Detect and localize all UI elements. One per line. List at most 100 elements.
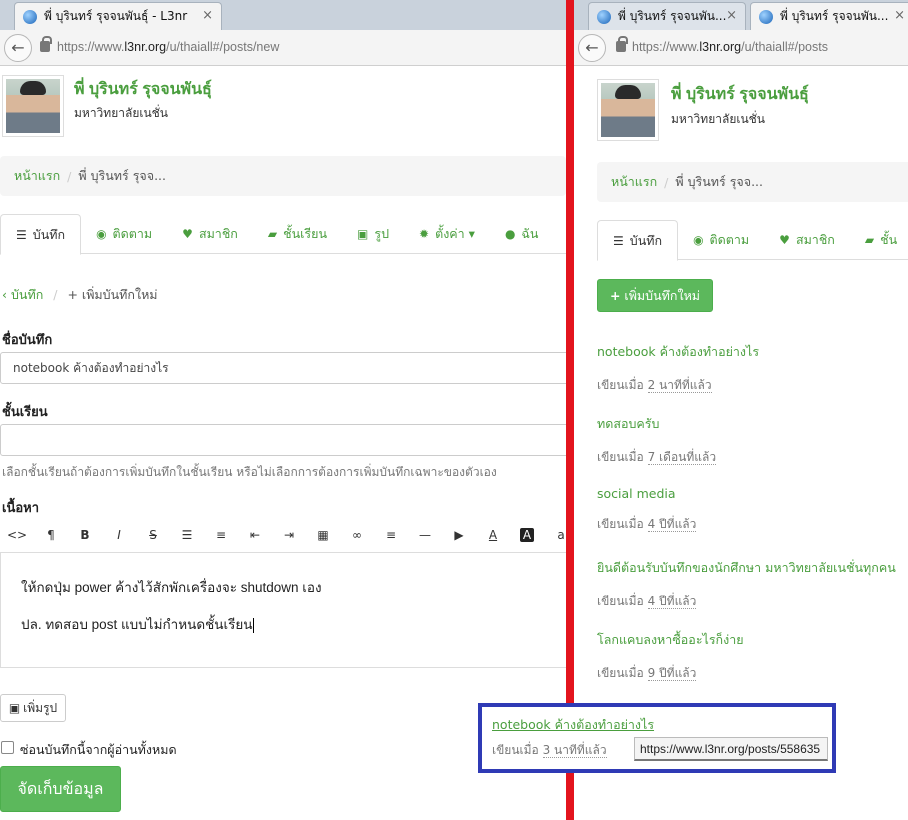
left-browser-window: พี่ บุรินทร์ รุจจนพันธุ์ - L3nr × ← http… xyxy=(0,0,566,820)
save-button[interactable]: จัดเก็บข้อมูล xyxy=(0,766,121,812)
bold-icon[interactable]: B xyxy=(68,528,102,542)
back-button[interactable]: ← xyxy=(578,34,606,62)
strikethrough-icon[interactable]: S xyxy=(136,528,170,542)
tab-image[interactable]: ▣ รูป xyxy=(342,214,404,254)
tab-user[interactable]: ● ฉัน xyxy=(490,214,554,254)
close-tab-icon[interactable]: × xyxy=(726,8,737,23)
address-bar: ← https://www.l3nr.org/u/thaiall#/posts/… xyxy=(0,30,566,66)
post-list-item: โลกแคบลงหาซื้ออะไรก็ง่ายเขียนเมื่อ 9 ปีท… xyxy=(597,630,744,683)
class-select[interactable] xyxy=(0,424,566,456)
url-field[interactable]: https://www.l3nr.org/u/thaiall#/posts/ne… xyxy=(57,40,279,54)
content-line-2-text: ปล. ทดสอบ post แบบไม่กำหนดชั้นเรียน xyxy=(21,617,253,632)
content-editor[interactable]: ให้กดปุ่ม power ค้างไว้สักพักเครื่องจะ s… xyxy=(0,552,566,668)
outdent-icon[interactable]: ⇤ xyxy=(238,528,272,542)
written-prefix: เขียนเมื่อ xyxy=(597,378,644,392)
breadcrumb-home[interactable]: หน้าแรก xyxy=(14,166,60,186)
post-list-item: ยินดีต้อนรับบันทึกของนักศึกษา มหาวิทยาลั… xyxy=(597,558,896,611)
link-icon[interactable]: ∞ xyxy=(340,528,374,542)
add-image-button[interactable]: ▣ เพิ่มรูป xyxy=(0,694,66,722)
browser-tab-active[interactable]: พี่ บุรินทร์ รุจจนพันธุ์ - L3nr × xyxy=(14,2,222,30)
right-browser-window: พี่ บุรินทร์ รุจจนพัน... × พี่ บุรินทร์ … xyxy=(574,0,908,820)
indent-icon[interactable]: ⇥ xyxy=(272,528,306,542)
new-post-label: เพิ่มบันทึกใหม่ xyxy=(624,287,701,303)
profile-name[interactable]: พี่ บุรินทร์ รุจจนพันธุ์ xyxy=(671,82,809,107)
browser-tab-1[interactable]: พี่ บุรินทร์ รุจจนพัน... × xyxy=(588,2,746,30)
tab-strip: พี่ บุรินทร์ รุจจนพัน... × พี่ บุรินทร์ … xyxy=(574,0,908,30)
hide-post-label: ซ่อนบันทึกนี้จากผู้อ่านทั้งหมด xyxy=(20,742,177,757)
tab-heart[interactable]: ♥ สมาชิก xyxy=(764,220,850,260)
profile-name[interactable]: พี่ บุรินทร์ รุจจนพันธุ์ xyxy=(74,77,212,102)
lock-icon xyxy=(40,36,52,52)
heart-icon: ♥ xyxy=(182,227,193,241)
highlight-post-meta: เขียนเมื่อ 3 นาทีที่แล้ว xyxy=(492,741,607,760)
hide-post-checkbox[interactable] xyxy=(1,741,14,754)
tab-label: บันทึก xyxy=(629,232,663,248)
image-icon: ▣ xyxy=(357,227,369,241)
bullet-list-icon[interactable]: ☰ xyxy=(170,528,204,542)
horizontal-rule-icon[interactable]: — xyxy=(408,528,442,542)
highlight-box: notebook ค้างต้องทำอย่างไร เขียนเมื่อ 3 … xyxy=(478,703,836,773)
post-title-link[interactable]: ยินดีต้อนรับบันทึกของนักศึกษา มหาวิทยาลั… xyxy=(597,558,896,578)
url-field[interactable]: https://www.l3nr.org/u/thaiall#/posts xyxy=(632,40,828,54)
post-time: 9 ปีที่แล้ว xyxy=(647,666,697,681)
tab-heart[interactable]: ♥ สมาชิก xyxy=(167,214,253,254)
tab-list[interactable]: ☰ บันทึก xyxy=(597,220,679,261)
highlight-post-title[interactable]: notebook ค้างต้องทำอย่างไร xyxy=(492,715,654,735)
post-title-link[interactable]: โลกแคบลงหาซื้ออะไรก็ง่าย xyxy=(597,630,744,650)
breadcrumb-separator: / xyxy=(67,168,72,184)
back-to-posts-link[interactable]: ‹ บันทึก xyxy=(2,287,43,302)
tab-eye[interactable]: ◉ ติดตาม xyxy=(678,220,764,260)
sub-breadcrumb-current: + เพิ่มบันทึกใหม่ xyxy=(67,287,157,302)
video-icon[interactable]: ▶ xyxy=(442,528,476,542)
tab-label: ตั้งค่า ▾ xyxy=(435,226,475,241)
breadcrumb-home[interactable]: หน้าแรก xyxy=(611,172,657,192)
close-tab-icon[interactable]: × xyxy=(894,8,905,23)
breadcrumb: หน้าแรก / พี่ บุรินทร์ รุจจ... xyxy=(597,162,908,202)
address-bar: ← https://www.l3nr.org/u/thaiall#/posts xyxy=(574,30,908,66)
close-tab-icon[interactable]: × xyxy=(202,8,213,23)
breadcrumb-current: พี่ บุรินทร์ รุจจ... xyxy=(78,168,166,183)
post-title-input[interactable]: notebook ค้างต้องทำอย่างไร xyxy=(0,352,566,384)
post-title-link[interactable]: notebook ค้างต้องทำอย่างไร xyxy=(597,342,759,362)
post-title-link[interactable]: social media xyxy=(597,486,696,501)
avatar[interactable] xyxy=(2,75,64,137)
gear-icon: ✹ xyxy=(419,227,430,241)
tab-list[interactable]: ☰ บันทึก xyxy=(0,214,82,255)
post-time: 4 ปีที่แล้ว xyxy=(647,517,697,532)
font-size-icon[interactable]: a xyxy=(544,528,566,542)
text-caret xyxy=(252,617,254,633)
tab-eye[interactable]: ◉ ติดตาม xyxy=(81,214,167,254)
url-domain: l3nr.org xyxy=(124,40,167,54)
post-title-link[interactable]: ทดสอบครับ xyxy=(597,414,716,434)
list-icon: ☰ xyxy=(613,233,624,248)
code-icon[interactable]: <> xyxy=(0,528,34,542)
plus-icon: + xyxy=(67,287,82,302)
numbered-list-icon[interactable]: ≡ xyxy=(204,528,238,542)
profile-school: มหาวิทยาลัยเนชั่น xyxy=(671,112,766,126)
align-icon[interactable]: ≡ xyxy=(374,528,408,542)
heart-icon: ♥ xyxy=(779,233,790,247)
post-title-label: ชื่อบันทึก xyxy=(2,333,53,348)
post-meta: เขียนเมื่อ 2 นาทีที่แล้ว xyxy=(597,376,759,395)
italic-icon[interactable]: I xyxy=(102,528,136,542)
written-prefix: เขียนเมื่อ xyxy=(597,666,644,680)
post-meta: เขียนเมื่อ 7 เดือนที่แล้ว xyxy=(597,448,717,467)
tab-gear[interactable]: ✹ ตั้งค่า ▾ xyxy=(404,214,490,254)
tab-book[interactable]: ▰ ชั้น xyxy=(850,220,908,260)
eye-icon: ◉ xyxy=(693,233,704,247)
post-meta: เขียนเมื่อ 9 ปีที่แล้ว xyxy=(597,664,744,683)
background-color-icon[interactable]: A xyxy=(520,528,534,542)
back-arrow-icon: ← xyxy=(585,38,599,57)
browser-tab-2-active[interactable]: พี่ บุรินทร์ รุจจนพัน... × xyxy=(750,2,908,30)
paragraph-icon[interactable]: ¶ xyxy=(34,528,68,542)
written-prefix: เขียนเมื่อ xyxy=(597,594,644,608)
new-post-button[interactable]: + เพิ่มบันทึกใหม่ xyxy=(597,279,713,312)
table-icon[interactable]: ▦ xyxy=(306,528,340,542)
font-color-icon[interactable]: A xyxy=(476,528,510,542)
globe-icon xyxy=(597,9,611,24)
back-button[interactable]: ← xyxy=(4,34,32,62)
post-list-item: social media เขียนเมื่อ 4 ปีที่แล้ว xyxy=(597,486,697,534)
class-help-text: เลือกชั้นเรียนถ้าต้องการเพิ่มบันทึกในชั้… xyxy=(2,465,497,479)
tab-book[interactable]: ▰ ชั้นเรียน xyxy=(253,214,342,254)
avatar[interactable] xyxy=(597,79,659,141)
